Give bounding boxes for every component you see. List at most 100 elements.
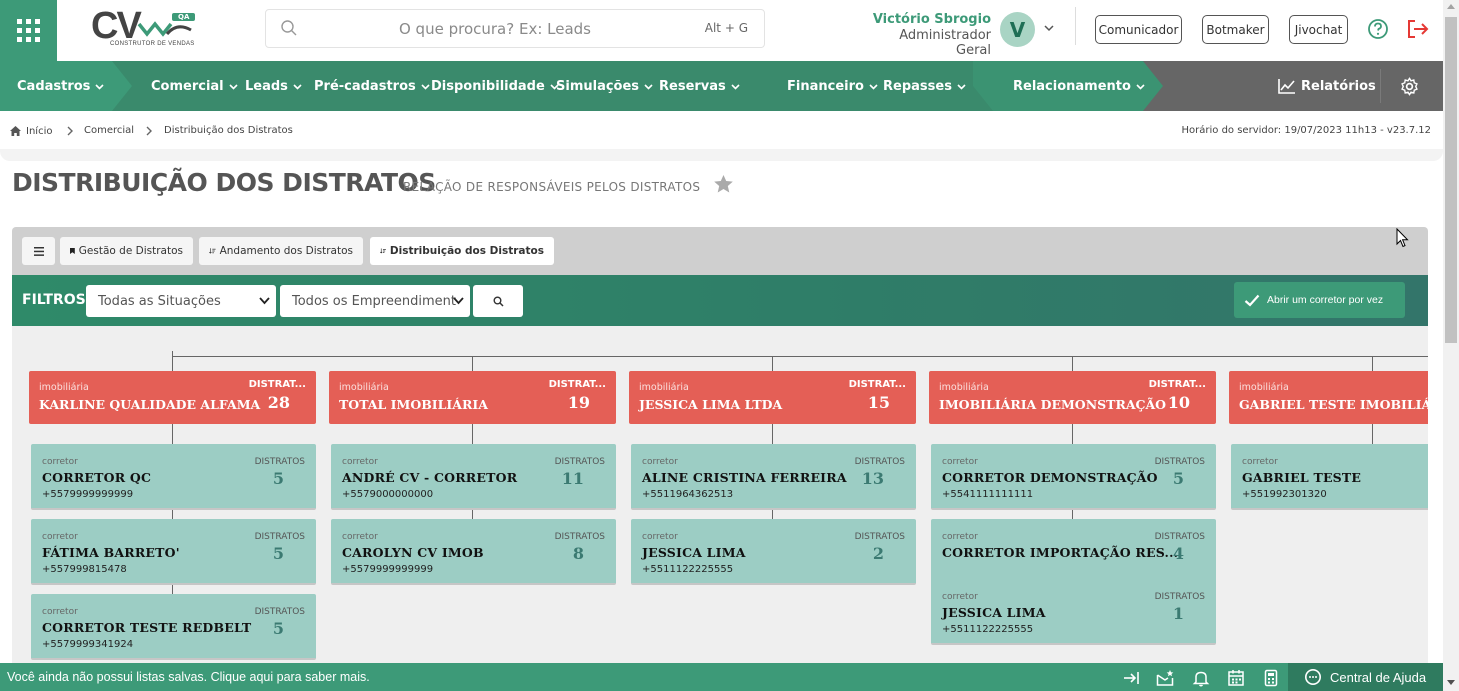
corretor-card[interactable]: corretor JESSICA LIMA +5511122225555 DISTRA… xyxy=(931,579,1216,645)
open-one-corretor-button[interactable]: Abrir um corretor por vez xyxy=(1234,282,1405,318)
corretor-card[interactable]: corretor CORRETOR DEMONSTRAÇÃO +5541111111… xyxy=(931,444,1216,510)
nav-repasses[interactable]: Repasses xyxy=(883,61,966,111)
imobiliaria-card[interactable]: imobiliária IMOBILIÁRIA DEMONSTRAÇÃO DISTR… xyxy=(929,371,1216,424)
scroll-thumb[interactable] xyxy=(1445,17,1457,343)
corretor-name: ANDRÉ CV - CORRETOR xyxy=(342,470,518,485)
nav-relacionamento[interactable]: Relacionamento xyxy=(1013,61,1145,111)
nav-cadastros[interactable]: Cadastros xyxy=(17,61,105,111)
nav-leads[interactable]: Leads xyxy=(245,61,302,111)
nav-label: Disponibilidade xyxy=(431,78,545,94)
distratos-count: 15 xyxy=(867,393,890,412)
corretor-name: ALINE CRISTINA FERREIRA xyxy=(642,470,847,485)
corretor-card[interactable]: corretor CORRETOR QC +5579999999999 DISTRAT… xyxy=(31,444,316,510)
distratos-count: 5 xyxy=(272,619,284,638)
distratos-count: 13 xyxy=(861,469,884,488)
chevron-down-icon xyxy=(453,297,464,305)
corretor-card[interactable]: corretor ALINE CRISTINA FERREIRA +55119643… xyxy=(631,444,916,510)
comunicador-button[interactable]: Comunicador xyxy=(1095,15,1182,44)
saved-lists-message[interactable]: Você ainda não possui listas salvas. Cli… xyxy=(7,670,370,684)
corretor-phone: +5541111111111 xyxy=(942,489,1034,500)
botmaker-button[interactable]: Botmaker xyxy=(1202,15,1269,44)
chevron-down-icon xyxy=(421,83,430,90)
jivochat-button[interactable]: Jivochat xyxy=(1289,15,1348,44)
help-center-button[interactable]: Central de Ajuda xyxy=(1288,663,1443,691)
distratos-label: DISTRATOS xyxy=(1154,592,1205,602)
corretor-card[interactable]: corretor CORRETOR TESTE REDBELT +557999934… xyxy=(31,594,316,660)
logo[interactable]: CV QA CONSTRUTOR DE VENDAS xyxy=(77,0,227,61)
corretor-name: JESSICA LIMA xyxy=(942,605,1046,620)
imobiliaria-card[interactable]: imobiliária KARLINE QUALIDADE ALFAMA DISTR… xyxy=(29,371,316,424)
distratos-label: DISTRATOS xyxy=(854,532,905,542)
breadcrumb-comercial[interactable]: Comercial xyxy=(84,125,134,136)
nav-disponibilidade[interactable]: Disponibilidade xyxy=(431,61,559,111)
help-icon[interactable] xyxy=(1367,18,1389,40)
nav-reservas[interactable]: Reservas xyxy=(659,61,740,111)
tab-andamento-distratos[interactable]: Andamento dos Distratos xyxy=(199,237,363,265)
imobiliaria-name: JESSICA LIMA LTDA xyxy=(639,397,783,412)
breadcrumb-label: Comercial xyxy=(84,125,135,136)
distratos-label: DISTRAT... xyxy=(548,379,606,390)
corretor-card[interactable]: corretor FÁTIMA BARRETO' +557999815478 DIST… xyxy=(31,519,316,585)
situacao-select[interactable]: Todas as Situações xyxy=(86,285,276,317)
imobiliaria-label: imobiliária xyxy=(939,382,989,393)
breadcrumb-home[interactable]: Início xyxy=(9,125,52,137)
nav-label: Relatórios xyxy=(1301,78,1376,94)
search-icon xyxy=(493,296,504,307)
chevron-down-icon xyxy=(644,83,653,90)
calculator-icon[interactable] xyxy=(1262,669,1280,687)
corretor-card[interactable]: corretor CORRETOR IMPORTAÇÃO RES... DISTRA… xyxy=(931,519,1216,585)
corretor-card[interactable]: corretor CAROLYN CV IMOB +5579999999999 DIS… xyxy=(331,519,616,585)
chevron-down-icon xyxy=(259,297,270,305)
tab-gestao-distratos[interactable]: Gestão de Distratos xyxy=(60,237,193,265)
nav-label: Pré-cadastros xyxy=(314,78,416,94)
imobiliaria-card[interactable]: imobiliária TOTAL IMOBILIÁRIA DISTRAT... 19 xyxy=(329,371,616,424)
star-icon[interactable] xyxy=(713,174,734,194)
tab-distribuicao-distratos[interactable]: Distribuição dos Distratos xyxy=(370,237,554,265)
corretor-phone: +5579000000000 xyxy=(342,489,434,500)
nav-relatorios[interactable]: Relatórios xyxy=(1278,61,1376,111)
imobiliaria-card[interactable]: imobiliária GABRIEL TESTE IMOBILIÁ xyxy=(1229,371,1428,424)
corretor-name: CAROLYN CV IMOB xyxy=(342,545,484,560)
apps-menu-button[interactable] xyxy=(0,0,57,61)
corretor-label: corretor xyxy=(942,457,978,467)
nav-financeiro[interactable]: Financeiro xyxy=(787,61,878,111)
user-info[interactable]: Victório Sbrogio Administrador Geral xyxy=(862,12,991,58)
nav-pre-cadastros[interactable]: Pré-cadastros xyxy=(314,61,430,111)
calendar-icon[interactable] xyxy=(1227,669,1245,687)
nav-simulacoes[interactable]: Simulações xyxy=(556,61,653,111)
nav-comercial[interactable]: Comercial xyxy=(151,61,238,111)
corretor-name: JESSICA LIMA xyxy=(642,545,746,560)
page-scrollbar[interactable] xyxy=(1443,0,1459,691)
avatar[interactable]: V xyxy=(1000,12,1035,47)
filter-search-button[interactable] xyxy=(473,285,523,317)
nav-label: Repasses xyxy=(883,78,952,94)
arrow-to-right-icon[interactable] xyxy=(1122,669,1140,687)
mail-star-icon[interactable] xyxy=(1156,669,1174,687)
imobiliaria-name: TOTAL IMOBILIÁRIA xyxy=(339,397,488,412)
tab-label: Gestão de Distratos xyxy=(78,245,183,257)
distratos-count: 5 xyxy=(272,544,284,563)
corretor-card[interactable]: corretor ANDRÉ CV - CORRETOR +557900000000… xyxy=(331,444,616,510)
distratos-count: 4 xyxy=(1172,544,1184,563)
corretor-label: corretor xyxy=(342,532,378,542)
imobiliaria-label: imobiliária xyxy=(1239,382,1289,393)
grid-icon xyxy=(17,19,40,42)
scroll-up-arrow-icon[interactable] xyxy=(1447,4,1455,9)
scroll-down-arrow-icon[interactable] xyxy=(1447,680,1455,685)
bell-icon[interactable] xyxy=(1192,669,1210,687)
imobiliaria-card[interactable]: imobiliária JESSICA LIMA LTDA DISTRAT... 15 xyxy=(629,371,916,424)
gear-icon[interactable] xyxy=(1400,77,1419,96)
menu-toggle-button[interactable] xyxy=(22,237,55,265)
breadcrumb-label: Distribuição dos Distratos xyxy=(164,125,293,136)
page-subtitle: RELAÇÃO DE RESPONSÁVEIS PELOS DISTRATOS xyxy=(403,180,701,194)
corretor-card[interactable]: corretor JESSICA LIMA +5511122225555 DISTRA… xyxy=(631,519,916,585)
select-value: Todas as Situações xyxy=(98,293,221,309)
chevron-down-icon[interactable] xyxy=(1043,22,1055,34)
nav-label: Relacionamento xyxy=(1013,78,1131,94)
empreendimento-select[interactable]: Todos os Empreendiment xyxy=(280,285,470,317)
logout-icon[interactable] xyxy=(1406,18,1430,40)
search-input[interactable] xyxy=(266,10,764,47)
mouse-cursor-icon xyxy=(1396,228,1409,248)
corretor-card[interactable]: corretor GABRIEL TESTE +551992301320 xyxy=(1231,444,1428,510)
logo-subtitle: CONSTRUTOR DE VENDAS xyxy=(110,41,195,47)
